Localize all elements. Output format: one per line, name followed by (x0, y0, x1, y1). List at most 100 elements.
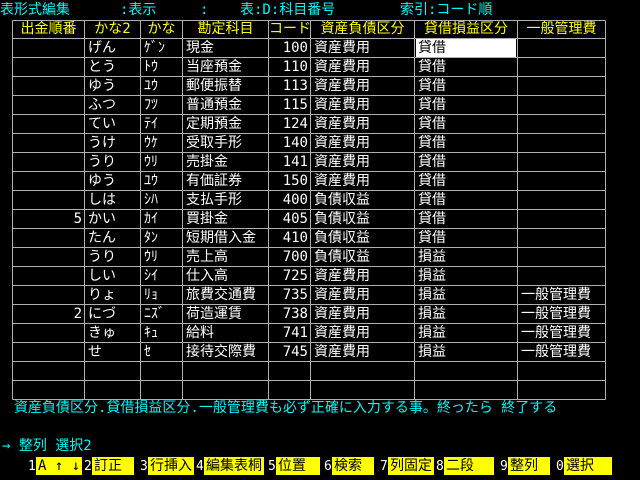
table-cell[interactable]: げん (88, 39, 139, 58)
table-cell[interactable]: 貸借 (418, 134, 516, 153)
table-cell[interactable]: きゅ (88, 324, 139, 343)
table-cell[interactable]: ｹﾞﾝ (144, 39, 181, 58)
table-cell[interactable]: 損益 (418, 286, 516, 305)
function-key-6[interactable]: 6 検索 (324, 456, 374, 476)
function-key-3[interactable]: 3 行挿入 (140, 456, 194, 476)
table-cell[interactable] (144, 381, 181, 400)
function-key-2[interactable]: 2 訂正 (84, 456, 134, 476)
table-cell[interactable] (314, 362, 413, 381)
function-key-9[interactable]: 9 整列 (500, 456, 550, 476)
table-cell[interactable]: 貸借 (418, 172, 516, 191)
table-cell[interactable] (521, 134, 604, 153)
table-cell[interactable] (13, 115, 84, 134)
table-cell[interactable]: 140 (269, 134, 310, 153)
table-cell[interactable]: 接待交際費 (186, 343, 267, 362)
table-cell[interactable]: ｳﾘ (144, 153, 181, 172)
table-cell[interactable]: 資産費用 (314, 115, 413, 134)
function-key-8[interactable]: 8 二段 (436, 456, 494, 476)
table-cell[interactable]: ﾃｲ (144, 115, 181, 134)
table-cell[interactable]: にづ (88, 305, 139, 324)
table-cell[interactable]: 400 (269, 191, 310, 210)
table-cell[interactable] (13, 267, 84, 286)
table-cell[interactable]: ﾘｮ (144, 286, 181, 305)
table-cell[interactable]: ゆう (88, 172, 139, 191)
table-cell[interactable]: 405 (269, 210, 310, 229)
table-cell[interactable]: 貸借 (418, 229, 516, 248)
table-cell[interactable]: ﾕｳ (144, 77, 181, 96)
table-cell[interactable]: 150 (269, 172, 310, 191)
table-cell[interactable]: たん (88, 229, 139, 248)
table-cell[interactable]: 資産費用 (314, 305, 413, 324)
table-cell[interactable]: ふつ (88, 96, 139, 115)
table-cell[interactable] (418, 362, 516, 381)
function-key-4[interactable]: 4 編集表桐 (196, 456, 264, 476)
table-cell[interactable]: 735 (269, 286, 310, 305)
table-cell[interactable]: 資産費用 (314, 267, 413, 286)
table-cell[interactable]: 700 (269, 248, 310, 267)
table-cell[interactable]: 100 (269, 39, 310, 58)
table-cell[interactable]: ｾ (144, 343, 181, 362)
table-cell[interactable]: しい (88, 267, 139, 286)
table-cell[interactable]: 旅費交通費 (186, 286, 267, 305)
table-cell[interactable] (186, 362, 267, 381)
table-cell[interactable]: 負債収益 (314, 191, 413, 210)
table-cell[interactable] (186, 381, 267, 400)
table-cell[interactable] (13, 229, 84, 248)
table-cell[interactable]: とう (88, 58, 139, 77)
table-cell[interactable]: 損益 (418, 305, 516, 324)
table-cell[interactable] (521, 115, 604, 134)
table-cell[interactable]: 資産費用 (314, 172, 413, 191)
function-key-1[interactable]: 1A ↑ ↓ (28, 456, 83, 476)
table-cell[interactable] (521, 191, 604, 210)
table-cell[interactable]: 貸借 (418, 153, 516, 172)
table-cell[interactable]: 貸借 (416, 39, 516, 57)
table-cell[interactable]: 5 (13, 210, 84, 229)
table-cell[interactable]: 貸借 (418, 58, 516, 77)
table-cell[interactable]: 貸借 (418, 77, 516, 96)
table-cell[interactable]: 負債収益 (314, 248, 413, 267)
table-cell[interactable]: 売掛金 (186, 153, 267, 172)
table-cell[interactable] (13, 134, 84, 153)
table-cell[interactable] (521, 58, 604, 77)
table-cell[interactable]: 725 (269, 267, 310, 286)
table-cell[interactable]: 資産費用 (314, 286, 413, 305)
table-cell[interactable]: 資産費用 (314, 96, 413, 115)
table-cell[interactable]: しは (88, 191, 139, 210)
table-cell[interactable] (13, 58, 84, 77)
table-cell[interactable]: 貸借 (418, 115, 516, 134)
table-cell[interactable]: ﾀﾝ (144, 229, 181, 248)
table-cell[interactable]: 資産費用 (314, 77, 413, 96)
table-cell[interactable] (521, 39, 604, 58)
table-cell[interactable]: ｼｲ (144, 267, 181, 286)
table-cell[interactable]: かい (88, 210, 139, 229)
table-cell[interactable]: 当座預金 (186, 58, 267, 77)
table-cell[interactable]: うり (88, 248, 139, 267)
table-cell[interactable]: ｶｲ (144, 210, 181, 229)
table-cell[interactable]: 124 (269, 115, 310, 134)
table-cell[interactable]: 損益 (418, 324, 516, 343)
table-cell[interactable] (13, 381, 84, 400)
table-cell[interactable]: ｷｭ (144, 324, 181, 343)
function-key-7[interactable]: 7 列固定 (380, 456, 434, 476)
table-cell[interactable]: 資産費用 (314, 324, 413, 343)
table-cell[interactable] (521, 267, 604, 286)
table-cell[interactable]: ｳﾘ (144, 248, 181, 267)
table-cell[interactable]: せ (88, 343, 139, 362)
table-cell[interactable] (418, 381, 516, 400)
table-cell[interactable]: 貸借 (418, 210, 516, 229)
table-cell[interactable] (521, 96, 604, 115)
table-cell[interactable]: 損益 (418, 343, 516, 362)
table-cell[interactable]: 損益 (418, 267, 516, 286)
table-cell[interactable]: 738 (269, 305, 310, 324)
table-cell[interactable]: ﾕｳ (144, 172, 181, 191)
function-key-0[interactable]: 0 選択 (556, 456, 612, 476)
table-cell[interactable]: うり (88, 153, 139, 172)
table-cell[interactable]: ｳｹ (144, 134, 181, 153)
function-key-5[interactable]: 5 位置 (268, 456, 320, 476)
table-cell[interactable] (521, 210, 604, 229)
table-cell[interactable]: ﾄｳ (144, 58, 181, 77)
table-cell[interactable] (521, 153, 604, 172)
table-cell[interactable]: ゆう (88, 77, 139, 96)
table-cell[interactable]: 給料 (186, 324, 267, 343)
table-cell[interactable] (13, 96, 84, 115)
